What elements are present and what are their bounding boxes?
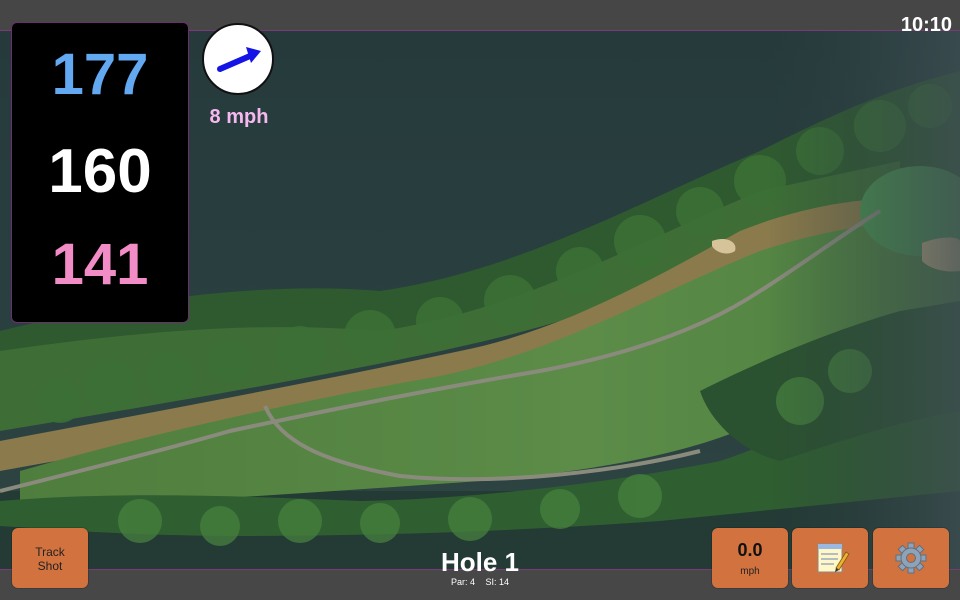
settings-button[interactable]: [873, 528, 949, 588]
hole-title: Hole 1: [440, 547, 520, 577]
back-distance: 177: [51, 42, 149, 107]
wind-direction-dial: [202, 23, 274, 95]
hole-meta: Par: 4 SI: 14: [380, 577, 580, 587]
gear-icon: [895, 542, 927, 574]
wind-arrow-icon: [217, 47, 261, 72]
track-shot-label-line1: Track: [35, 545, 65, 559]
speed-unit: mph: [740, 566, 760, 577]
distance-panel: 177 160 141: [11, 22, 189, 323]
hole-par: Par: 4: [450, 577, 475, 587]
notes-button[interactable]: [792, 528, 868, 588]
speed-value: 0.0: [737, 540, 763, 560]
wind-speed: 8 mph: [209, 106, 269, 128]
track-shot-label-line2: Shot: [37, 559, 63, 573]
speed-button[interactable]: 0.0 mph: [712, 528, 788, 588]
track-shot-button[interactable]: Track Shot: [12, 528, 88, 588]
notepad-icon: [817, 543, 850, 573]
hole-stroke-index: SI: 14: [485, 577, 510, 587]
front-distance: 141: [51, 232, 149, 297]
golf-gps-app: 10:10 177 160 141 8 mph Track Shot Hole …: [0, 0, 960, 600]
middle-distance: 160: [48, 137, 152, 206]
